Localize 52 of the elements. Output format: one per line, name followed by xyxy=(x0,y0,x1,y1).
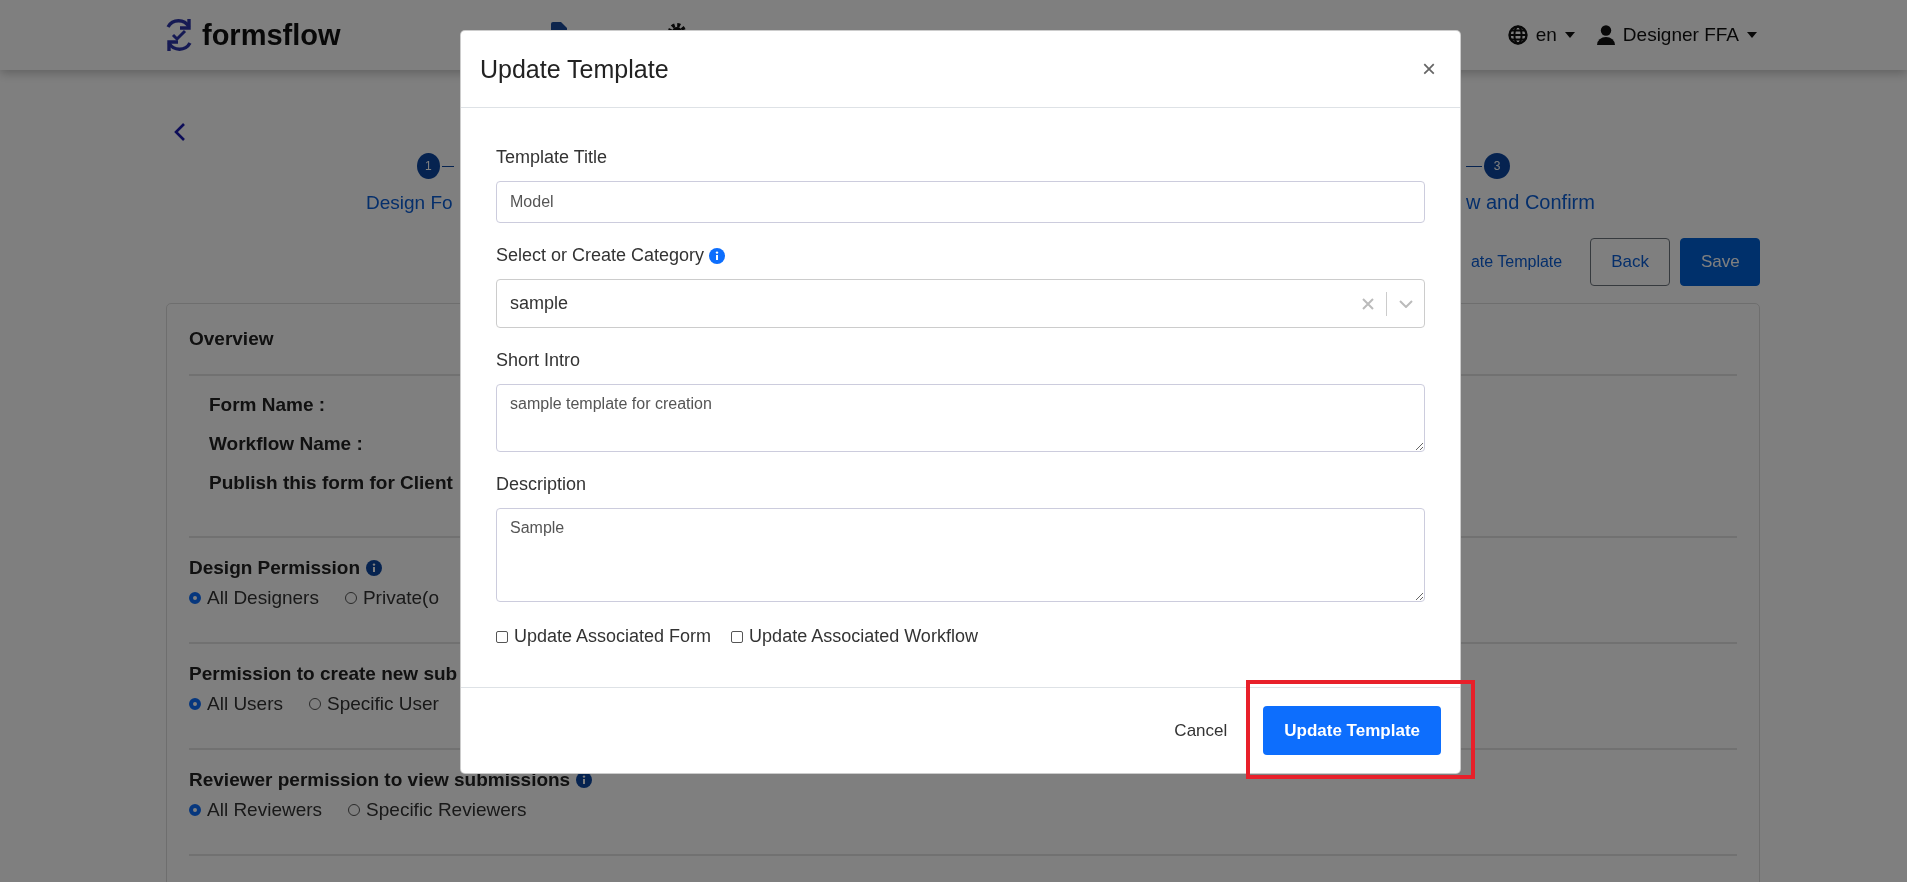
field-label: Template Title xyxy=(496,147,608,168)
text-area[interactable]: sample template for creation xyxy=(496,384,1425,452)
field-label: Short Intro xyxy=(496,350,581,371)
text-area[interactable]: Sample xyxy=(496,508,1425,602)
globe-icon xyxy=(1507,25,1528,45)
radio-option[interactable]: All Users xyxy=(189,693,283,715)
radio-button[interactable] xyxy=(348,804,361,816)
checkbox-option[interactable]: Update Associated Form xyxy=(496,626,712,647)
radio-button[interactable] xyxy=(344,592,357,604)
checkbox[interactable] xyxy=(731,630,744,643)
checkbox[interactable] xyxy=(496,630,508,643)
radio-option[interactable]: Specific User xyxy=(309,693,439,715)
user-icon xyxy=(1596,25,1615,45)
caret-icon xyxy=(1564,32,1575,38)
text-field[interactable]: Model xyxy=(496,181,1425,223)
field-label: Workflow Name : xyxy=(209,433,363,455)
radio-option[interactable]: Private(o xyxy=(344,587,439,609)
clear-icon xyxy=(1362,297,1374,310)
checkbox-option[interactable]: Update Associated Workflow xyxy=(731,626,978,647)
step-number: 3 xyxy=(1484,153,1510,179)
chevron-down-icon xyxy=(1399,299,1413,308)
radio-option[interactable]: Specific Reviewers xyxy=(348,799,527,821)
card-title: Overview xyxy=(189,327,274,351)
radio-button[interactable] xyxy=(309,698,321,710)
radio-button[interactable] xyxy=(189,592,201,604)
back-button[interactable]: Back xyxy=(1590,238,1670,286)
app-logo-text: formsflow xyxy=(202,18,341,52)
radio-option[interactable]: All Reviewers xyxy=(189,799,323,821)
dialog-title: Update Template xyxy=(480,54,669,84)
section-title: Permission to create new sub xyxy=(189,663,458,685)
section-title: Design Permission xyxy=(189,557,361,579)
step-number: 1 xyxy=(417,153,440,179)
update-template-button[interactable]: Update Template xyxy=(1263,706,1441,755)
category-select[interactable]: sample xyxy=(496,279,1425,328)
update-template-link[interactable]: ate Template xyxy=(1470,253,1563,271)
user-menu[interactable]: Designer FFA xyxy=(1596,24,1757,46)
field-label: Select or Create Category xyxy=(496,245,705,266)
language-dropdown[interactable]: en xyxy=(1507,24,1575,46)
section-title: Reviewer permission to view submissions xyxy=(189,769,571,791)
caret-icon xyxy=(1747,32,1757,38)
step-label[interactable]: Design Fo xyxy=(366,191,456,214)
field-label: Form Name : xyxy=(209,394,326,416)
close-button[interactable]: × xyxy=(1418,55,1440,83)
step-label[interactable]: w and Confirm xyxy=(1466,191,1595,214)
field-label: Publish this form for Client xyxy=(209,472,453,494)
chevron-left-icon xyxy=(174,122,186,142)
radio-button[interactable] xyxy=(189,698,201,710)
field-label: Description xyxy=(496,474,587,495)
radio-option[interactable]: All Designers xyxy=(189,587,319,609)
save-button[interactable]: Save xyxy=(1680,238,1760,286)
radio-button[interactable] xyxy=(189,804,201,816)
cancel-button[interactable]: Cancel xyxy=(1168,719,1234,742)
